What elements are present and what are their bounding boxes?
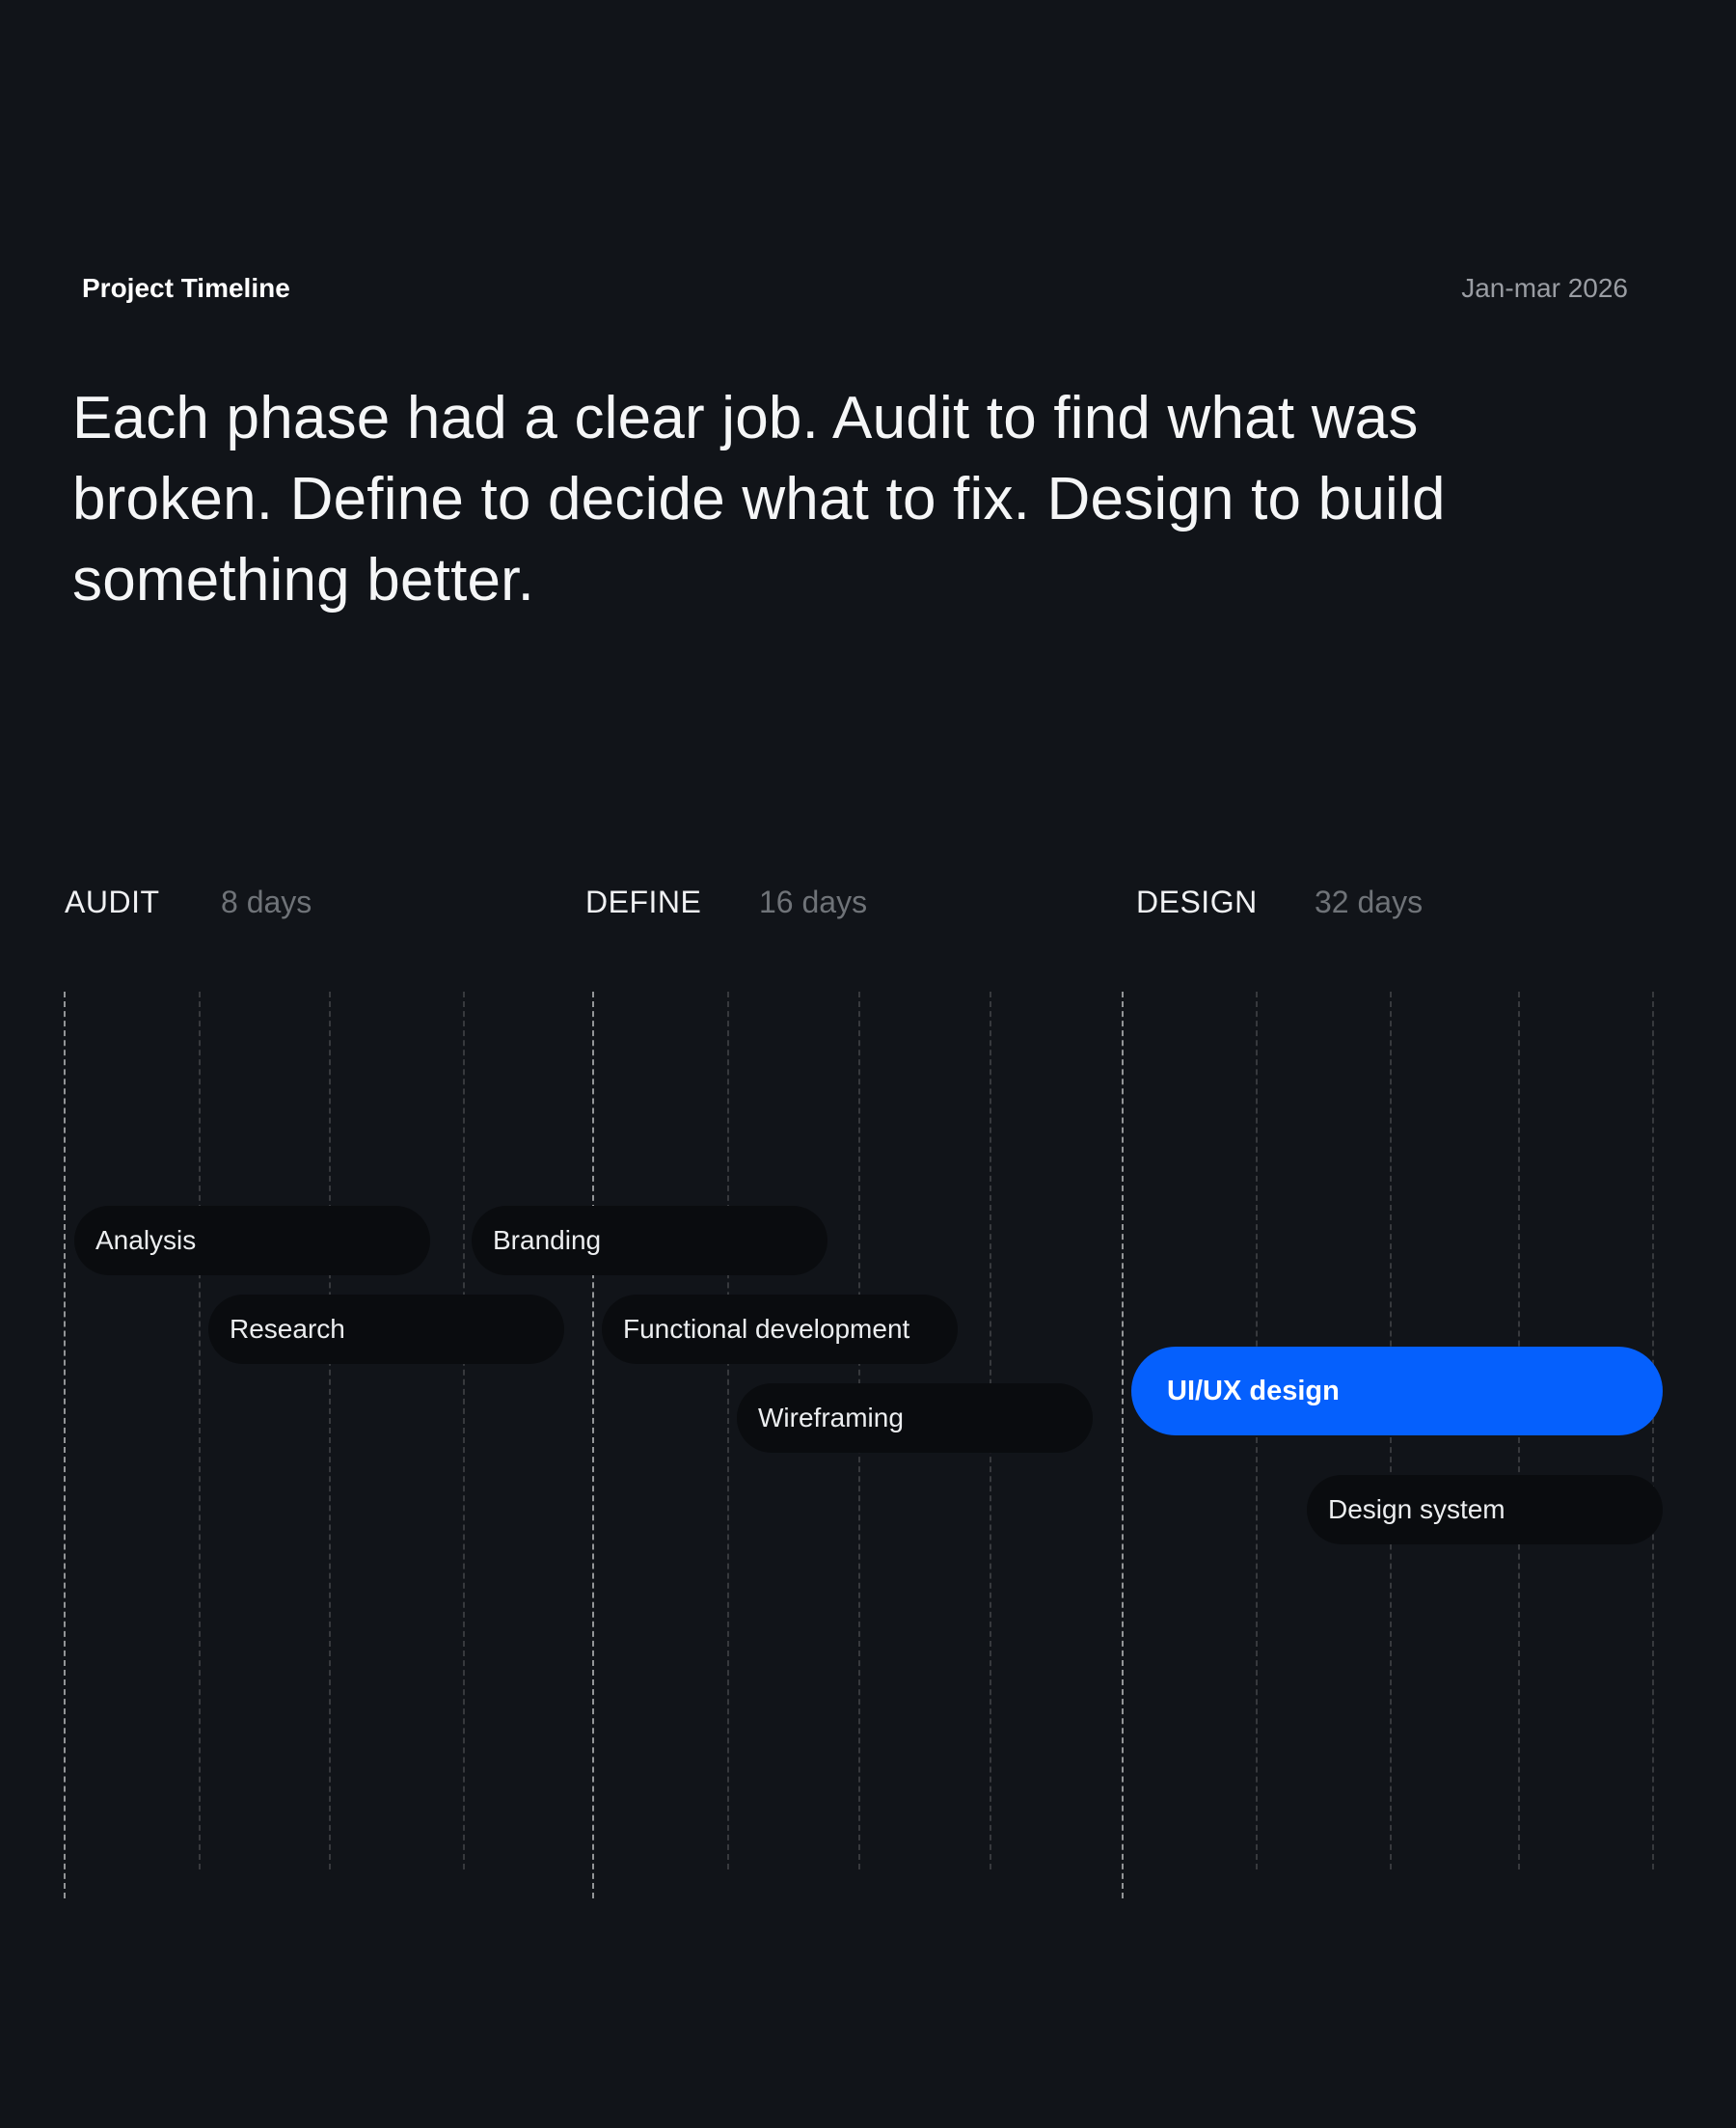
task-research[interactable]: Research (208, 1295, 564, 1364)
task-functional-development[interactable]: Functional development (602, 1295, 958, 1364)
phase-divider-design (1122, 992, 1124, 1898)
grid-line (199, 992, 201, 1869)
grid-line (329, 992, 331, 1869)
task-analysis[interactable]: Analysis (74, 1206, 430, 1275)
task-design-system[interactable]: Design system (1307, 1475, 1663, 1544)
task-ui-ux-design[interactable]: UI/UX design (1131, 1347, 1663, 1435)
intro-paragraph: Each phase had a clear job. Audit to fin… (72, 385, 1446, 614)
task-wireframing[interactable]: Wireframing (737, 1383, 1093, 1453)
phase-define-duration: 16 days (759, 885, 868, 919)
page-title: Project Timeline (82, 273, 290, 303)
task-branding[interactable]: Branding (472, 1206, 827, 1275)
phase-design-duration: 32 days (1315, 885, 1424, 919)
phase-audit-duration: 8 days (221, 885, 312, 919)
phase-design-label: DESIGN (1136, 885, 1258, 919)
grid-line (1652, 992, 1654, 1869)
phase-divider-audit (64, 992, 66, 1898)
phase-define-label: DEFINE (585, 885, 702, 919)
grid-line (463, 992, 465, 1869)
date-range: Jan-mar 2026 (1461, 273, 1628, 303)
phase-audit-label: AUDIT (65, 885, 160, 919)
phase-divider-define (592, 992, 594, 1898)
grid-line (727, 992, 729, 1869)
